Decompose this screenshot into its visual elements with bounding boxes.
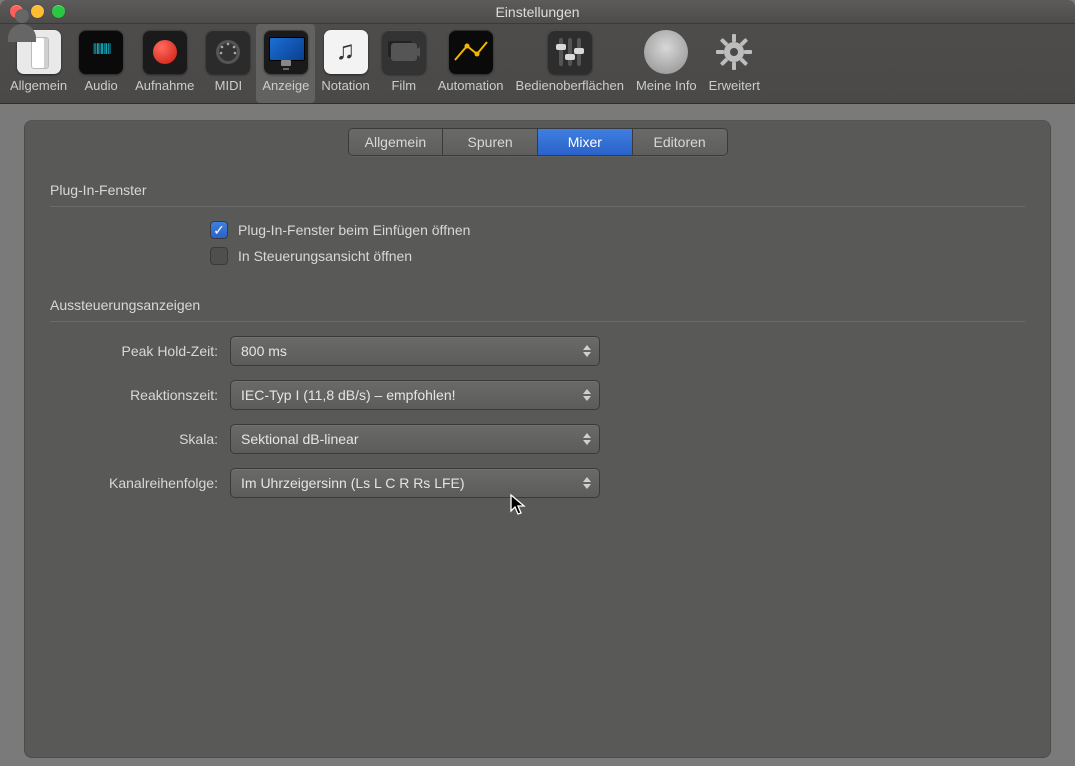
toolbar-item-erweitert[interactable]: Erweitert	[703, 24, 766, 103]
midi-connector-icon	[206, 30, 250, 74]
toolbar-item-meine-info[interactable]: Meine Info	[630, 24, 703, 103]
preferences-panel: Allgemein Spuren Mixer Editoren Plug-In-…	[24, 120, 1051, 758]
checkbox-label: Plug-In-Fenster beim Einfügen öffnen	[238, 222, 470, 238]
toolbar-item-label: Allgemein	[10, 78, 67, 93]
select-reaktionszeit[interactable]: IEC-Typ I (11,8 dB/s) – empfohlen!	[230, 380, 600, 410]
section-heading-plugin-window: Plug-In-Fenster	[50, 176, 1025, 207]
subtab-editoren[interactable]: Editoren	[633, 129, 727, 155]
toolbar-item-label: Erweitert	[709, 78, 760, 93]
select-value: 800 ms	[241, 343, 287, 359]
stepper-arrows-icon	[583, 433, 591, 445]
checkbox-open-in-controls-view[interactable]	[210, 247, 228, 265]
label-skala: Skala:	[50, 431, 230, 447]
control-surfaces-icon	[548, 30, 592, 74]
user-profile-icon	[644, 30, 688, 74]
toolbar-item-label: Anzeige	[262, 78, 309, 93]
section-heading-level-meters: Aussteuerungsanzeigen	[50, 291, 1025, 322]
toolbar-item-label: Audio	[84, 78, 117, 93]
stepper-arrows-icon	[583, 345, 591, 357]
preferences-toolbar: Allgemein Audio Aufnahme MIDI Anzeige No…	[0, 24, 1075, 104]
window-title: Einstellungen	[0, 0, 1075, 24]
automation-curve-icon	[449, 30, 493, 74]
label-kanalreihenfolge: Kanalreihenfolge:	[50, 475, 230, 491]
video-camera-icon	[382, 30, 426, 74]
select-kanalreihenfolge[interactable]: Im Uhrzeigersinn (Ls L C R Rs LFE)	[230, 468, 600, 498]
toolbar-item-label: Notation	[321, 78, 369, 93]
checkbox-open-on-insert[interactable]: ✓	[210, 221, 228, 239]
toolbar-item-automation[interactable]: Automation	[432, 24, 510, 103]
select-value: Im Uhrzeigersinn (Ls L C R Rs LFE)	[241, 475, 465, 491]
toolbar-item-label: MIDI	[215, 78, 242, 93]
toolbar-item-aufnahme[interactable]: Aufnahme	[129, 24, 200, 103]
select-peak-hold-time[interactable]: 800 ms	[230, 336, 600, 366]
gear-icon	[712, 30, 756, 74]
waveform-icon	[79, 30, 123, 74]
label-reaktionszeit: Reaktionszeit:	[50, 387, 230, 403]
toolbar-item-anzeige[interactable]: Anzeige	[256, 24, 315, 103]
record-icon	[143, 30, 187, 74]
toolbar-item-bedienoberflaechen[interactable]: Bedienoberflächen	[510, 24, 630, 103]
toolbar-item-label: Aufnahme	[135, 78, 194, 93]
select-value: IEC-Typ I (11,8 dB/s) – empfohlen!	[241, 387, 456, 403]
select-skala[interactable]: Sektional dB-linear	[230, 424, 600, 454]
toolbar-item-label: Bedienoberflächen	[516, 78, 624, 93]
subtab-mixer[interactable]: Mixer	[538, 129, 633, 155]
toolbar-item-audio[interactable]: Audio	[73, 24, 129, 103]
select-value: Sektional dB-linear	[241, 431, 359, 447]
toolbar-item-midi[interactable]: MIDI	[200, 24, 256, 103]
stepper-arrows-icon	[583, 389, 591, 401]
subtab-allgemein[interactable]: Allgemein	[349, 129, 444, 155]
subtab-spuren[interactable]: Spuren	[443, 129, 538, 155]
label-peak-hold-time: Peak Hold-Zeit:	[50, 343, 230, 359]
subtab-segmented-control: Allgemein Spuren Mixer Editoren	[348, 128, 728, 156]
toolbar-item-label: Meine Info	[636, 78, 697, 93]
checkbox-label: In Steuerungsansicht öffnen	[238, 248, 412, 264]
toolbar-item-film[interactable]: Film	[376, 24, 432, 103]
toolbar-item-notation[interactable]: Notation	[315, 24, 375, 103]
toolbar-item-label: Film	[391, 78, 416, 93]
toolbar-item-label: Automation	[438, 78, 504, 93]
music-note-icon	[324, 30, 368, 74]
stepper-arrows-icon	[583, 477, 591, 489]
display-monitor-icon	[264, 30, 308, 74]
titlebar: Einstellungen	[0, 0, 1075, 24]
